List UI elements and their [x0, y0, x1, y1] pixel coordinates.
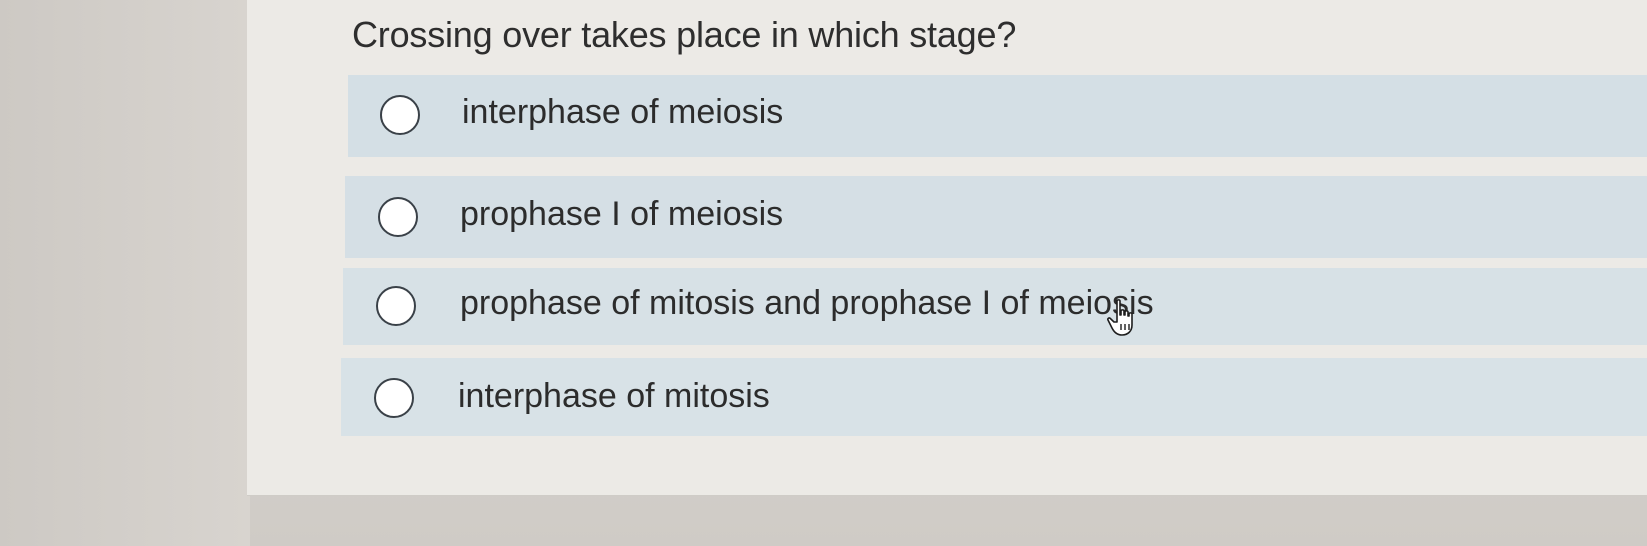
- choice-option-1[interactable]: interphase of meiosis: [348, 75, 1647, 157]
- radio-button-icon[interactable]: [378, 197, 418, 237]
- radio-button-icon[interactable]: [374, 378, 414, 418]
- choice-label: prophase I of meiosis: [460, 195, 784, 233]
- choice-option-3[interactable]: prophase of mitosis and prophase I of me…: [343, 268, 1647, 345]
- answer-choices: interphase of meiosis prophase I of meio…: [0, 0, 1647, 546]
- radio-button-icon[interactable]: [380, 95, 420, 135]
- radio-button-icon[interactable]: [376, 286, 416, 326]
- hand-pointer-icon: [1107, 299, 1133, 336]
- choice-option-2[interactable]: prophase I of meiosis: [345, 176, 1647, 258]
- choice-label: prophase of mitosis and prophase I of me…: [460, 284, 1154, 322]
- choice-label: interphase of mitosis: [458, 377, 770, 415]
- choice-label: interphase of meiosis: [462, 93, 784, 131]
- choice-option-4[interactable]: interphase of mitosis: [341, 358, 1647, 436]
